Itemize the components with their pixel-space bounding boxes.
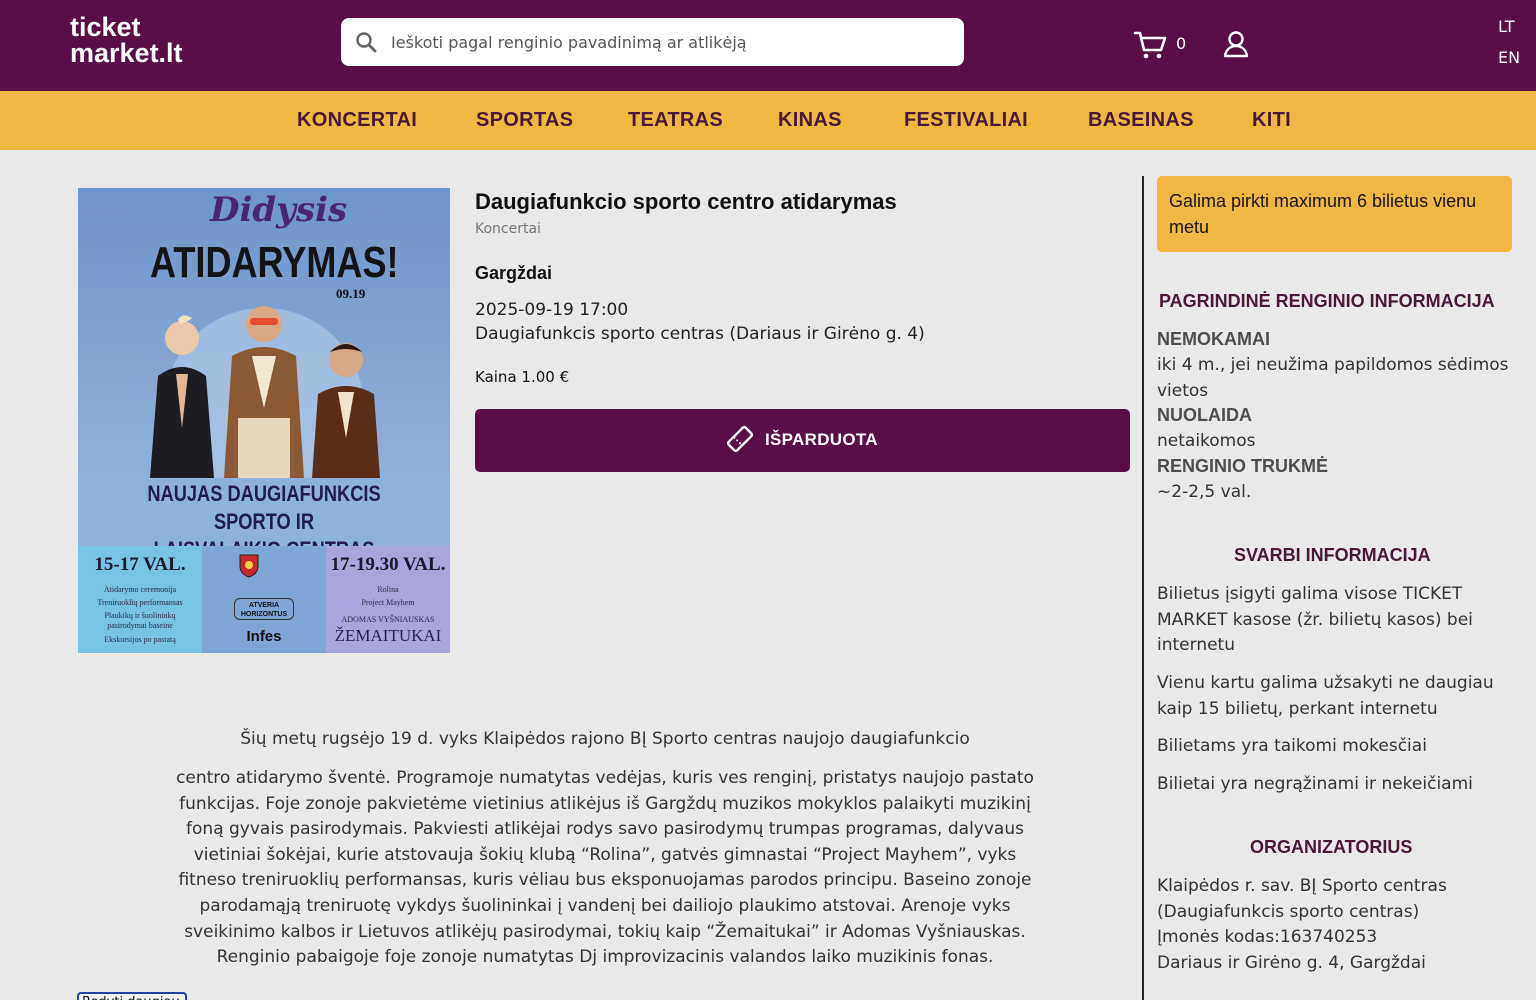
logo-line-1: ticket — [70, 12, 141, 42]
poster-right-time: 17-19.30 VAL. — [330, 554, 446, 575]
municipality-crest-icon — [239, 554, 259, 578]
language-lt[interactable]: LT — [1498, 17, 1514, 36]
poster-left-item: Treniruoklių performansas — [97, 598, 183, 607]
poster-title-script: Didysis — [210, 190, 348, 230]
free-entry-label: NEMOKAMAI — [1157, 329, 1270, 349]
poster-left-time: 15-17 VAL. — [94, 554, 186, 575]
poster-sponsor-logo: Infes — [246, 628, 282, 645]
organizer-details: Klaipėdos r. sav. BĮ Sporto centras (Dau… — [1157, 874, 1522, 976]
show-more-button[interactable]: Rodyti daugiau — [77, 992, 187, 1000]
description-line: Renginio pabaigoje foje zonoje numatytas… — [216, 947, 994, 968]
poster-right-item: ADOMAS VYŠNIAUSKAS — [341, 615, 435, 624]
site-logo[interactable]: ticket market.lt — [70, 12, 183, 68]
purchase-limit-notice: Galima pirkti maximum 6 bilietus vienu m… — [1157, 176, 1512, 252]
description-line: fitneso treniruoklių performansas, kuris… — [178, 870, 1032, 891]
sold-out-button[interactable]: IŠPARDUOTA — [475, 409, 1130, 472]
sidebar-divider — [1142, 176, 1144, 1000]
poster-headliner: ŽEMAITUKAI — [334, 626, 442, 645]
description-line: foną gyvais pasirodymais. Pakviesti atli… — [186, 819, 1024, 840]
sold-out-label: IŠPARDUOTA — [765, 430, 878, 449]
poster-title-main: ATIDARYMAS! — [150, 238, 399, 287]
nav-item-teatras[interactable]: TEATRAS — [628, 109, 723, 132]
search-bar[interactable] — [341, 18, 964, 66]
event-price: Kaina 1.00 € — [475, 368, 570, 386]
discount-value: netaikomos — [1157, 431, 1256, 451]
description-line: sveikinimo kalbos ir Lietuvos atlikėjų p… — [184, 921, 1026, 942]
organizer-line: (Daugiafunkcis sporto centras) — [1157, 901, 1420, 922]
organizer-line: Įmonės kodas:163740253 — [1157, 927, 1378, 947]
poster-left-item: Atidarymo ceremonija — [103, 585, 177, 594]
event-venue: Daugiafunkcis sporto centras (Dariaus ir… — [475, 324, 925, 344]
important-info-item: Bilietai yra negrąžinami ir nekeičiami — [1157, 774, 1473, 794]
description-line: centro atidarymo šventė. Programoje numa… — [176, 768, 1034, 788]
nav-item-festivaliai[interactable]: FESTIVALIAI — [904, 109, 1028, 132]
description-line: parodamąją treniruotę vykdys šuolininkai… — [199, 895, 1011, 916]
search-icon[interactable] — [355, 31, 377, 53]
event-datetime: 2025-09-19 17:00 — [475, 300, 629, 320]
important-info-heading: SVARBI INFORMACIJA — [1234, 545, 1431, 565]
organizer-line: Dariaus ir Girėno g. 4, Gargždai — [1157, 952, 1426, 973]
performers-photo — [150, 306, 380, 478]
event-category[interactable]: Koncertai — [475, 221, 541, 237]
poster-right-item: Rolina — [377, 585, 399, 594]
description-body: centro atidarymo šventė. Programoje numa… — [160, 766, 1050, 971]
logo-line-2: market.lt — [70, 38, 183, 68]
poster-left-item: pasirodymai baseine — [107, 621, 173, 630]
poster-schedule-middle: ATVERIA HORIZONTUS Infes — [202, 546, 326, 653]
nav-item-koncertai[interactable]: KONCERTAI — [297, 109, 417, 132]
duration-label: RENGINIO TRUKMĖ — [1157, 456, 1328, 476]
description-intro: Šių metų rugsėjo 19 d. vyks Klaipėdos ra… — [240, 729, 970, 749]
event-city: Gargždai — [475, 263, 553, 283]
description-line: vietiniai šokėjai, kurie atstovauja šoki… — [193, 844, 1017, 865]
poster-left-item: Ekskursijos po pastatą — [104, 635, 176, 644]
cart-count: 0 — [1176, 34, 1187, 53]
organizer-line: Klaipėdos r. sav. BĮ Sporto centras — [1157, 876, 1447, 896]
ticket-icon — [726, 425, 754, 453]
organizer-heading: ORGANIZATORIUS — [1250, 837, 1413, 857]
description-line: funkcijas. Foje zonoje pakvietėme vietin… — [179, 793, 1031, 814]
nav-item-baseinas[interactable]: BASEINAS — [1088, 109, 1194, 132]
main-info-heading: PAGRINDINĖ RENGINIO INFORMACIJA — [1159, 291, 1495, 311]
nav-item-kinas[interactable]: KINAS — [778, 109, 842, 132]
category-nav: KONCERTAI SPORTAS TEATRAS KINAS FESTIVAL… — [0, 91, 1536, 150]
top-header: ticket market.lt 0 LT EN — [0, 0, 1536, 91]
event-title: Daugiafunkcio sporto centro atidarymas — [475, 189, 897, 214]
poster-schedule: 15-17 VAL. Atidarymo ceremonija Treniruo… — [78, 546, 450, 653]
user-icon[interactable] — [1223, 30, 1249, 58]
event-poster: Didysis ATIDARYMAS! 09.19 NAUJAS DAUGIAF… — [78, 188, 450, 653]
poster-schedule-right: 17-19.30 VAL. Rolina Project Mayhem ADOM… — [326, 546, 450, 653]
language-en[interactable]: EN — [1498, 48, 1520, 67]
important-info-item: Bilietus įsigyti galima visose TICKET MA… — [1157, 584, 1473, 655]
duration-value: ~2-2,5 val. — [1157, 482, 1252, 502]
poster-slogan-line-1: NAUJAS DAUGIAFUNKCIS SPORTO IR — [147, 481, 381, 534]
discount-label: NUOLAIDA — [1157, 405, 1252, 425]
important-info-item: Bilietams yra taikomi mokesčiai — [1157, 736, 1427, 756]
nav-item-sportas[interactable]: SPORTAS — [476, 109, 573, 132]
cart-icon[interactable] — [1133, 30, 1169, 60]
nav-item-kiti[interactable]: KITI — [1252, 109, 1291, 132]
poster-badge: ATVERIA HORIZONTUS — [234, 598, 294, 620]
search-input[interactable] — [391, 28, 951, 56]
free-entry-value: iki 4 m., jei neužima papildomos sėdimos… — [1157, 355, 1509, 401]
poster-right-item: Project Mayhem — [361, 598, 415, 607]
poster-schedule-left: 15-17 VAL. Atidarymo ceremonija Treniruo… — [78, 546, 202, 653]
important-info-item: Vienu kartu galima užsakyti ne daugiau k… — [1157, 673, 1494, 719]
